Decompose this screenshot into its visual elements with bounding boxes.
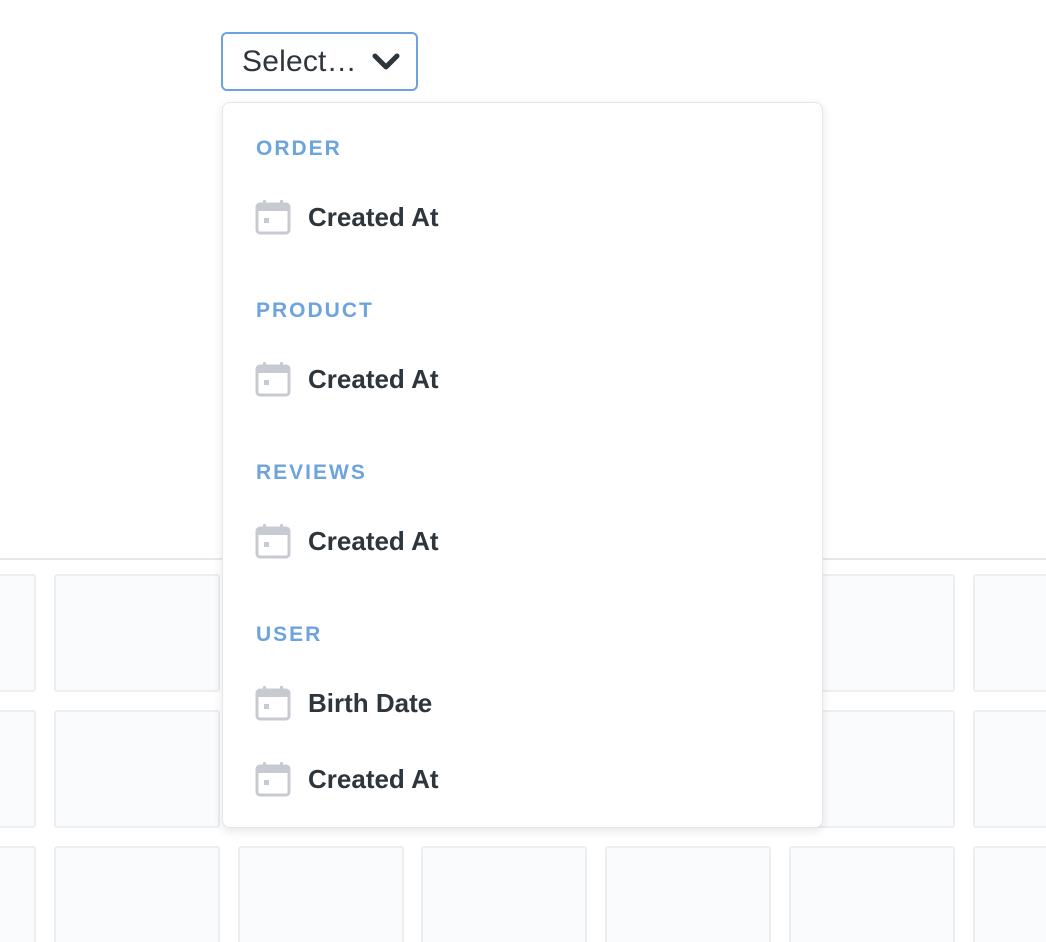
calendar-icon [255,524,291,559]
grid-cell [605,846,771,942]
grid-cell [789,846,955,942]
date-field-dropdown: ORDER Created At PRODUCT Created At REVI… [222,102,823,828]
option-order-created-at[interactable]: Created At [243,191,803,243]
grid-cell [0,574,36,692]
calendar-icon [255,362,291,397]
grid-cell [54,710,220,828]
option-user-birth-date[interactable]: Birth Date [243,677,803,729]
section-header-order: ORDER [256,137,342,160]
grid-cell [973,574,1046,692]
option-product-created-at[interactable]: Created At [243,353,803,405]
grid-cell [238,846,404,942]
option-user-created-at[interactable]: Created At [243,753,803,805]
calendar-icon [255,200,291,235]
section-header-user: USER [256,623,323,646]
option-label: Created At [308,525,439,556]
calendar-icon [255,762,291,797]
option-label: Created At [308,763,439,794]
option-label: Birth Date [308,687,433,718]
select-label: Select… [242,44,357,78]
grid-cell [54,846,220,942]
chevron-down-icon [372,53,400,70]
section-header-reviews: REVIEWS [256,461,367,484]
select-dropdown-trigger[interactable]: Select… [221,32,418,91]
grid-cell [54,574,220,692]
grid-cell [421,846,587,942]
option-label: Created At [308,201,439,232]
grid-cell [0,710,36,828]
option-label: Created At [308,363,439,394]
option-reviews-created-at[interactable]: Created At [243,515,803,567]
section-header-product: PRODUCT [256,299,374,322]
calendar-icon [255,686,291,721]
grid-cell [973,710,1046,828]
grid-cell [973,846,1046,942]
grid-cell [0,846,36,942]
